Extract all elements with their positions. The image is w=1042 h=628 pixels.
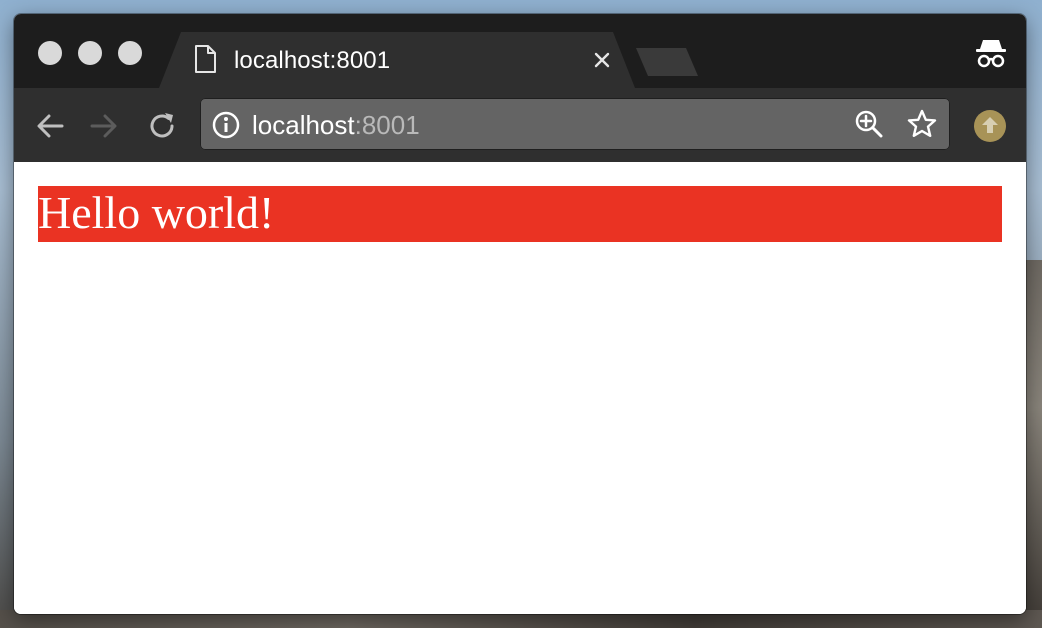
info-icon[interactable]	[212, 111, 240, 144]
browser-window: localhost:8001 localhost:8001 Hello worl…	[14, 14, 1026, 614]
arrow-left-icon[interactable]	[34, 110, 66, 142]
active-tab-content[interactable]: localhost:8001	[194, 32, 624, 88]
extension-upload-icon[interactable]	[974, 110, 1006, 147]
arrow-right-icon[interactable]	[88, 110, 120, 142]
window-close-button[interactable]	[38, 41, 62, 65]
browser-toolbar: localhost:8001	[14, 88, 1026, 162]
document-icon	[194, 45, 216, 78]
incognito-icon	[974, 36, 1008, 75]
page-heading: Hello world!	[38, 187, 275, 238]
address-bar[interactable]: localhost:8001	[200, 98, 950, 150]
close-icon[interactable]	[590, 48, 614, 72]
window-maximize-button[interactable]	[118, 41, 142, 65]
url-port: :8001	[354, 110, 420, 140]
new-tab-button[interactable]	[634, 46, 704, 78]
window-minimize-button[interactable]	[78, 41, 102, 65]
browser-titlebar: localhost:8001	[14, 14, 1026, 88]
reload-icon[interactable]	[146, 110, 178, 142]
page-content: Hello world!	[14, 162, 1026, 614]
hello-banner: Hello world!	[38, 186, 1002, 242]
url-host: localhost	[252, 110, 355, 140]
url-text[interactable]: localhost:8001	[252, 110, 420, 141]
tab-title: localhost:8001	[234, 47, 391, 74]
star-icon[interactable]	[906, 108, 938, 145]
zoom-in-icon[interactable]	[854, 109, 884, 144]
